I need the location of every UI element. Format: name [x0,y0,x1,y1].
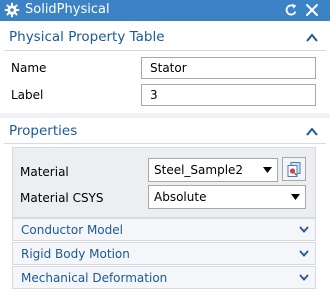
subsection-conductor-model[interactable]: Conductor Model [12,218,316,241]
expand-chevron-icon[interactable] [299,274,309,281]
section-divider [4,50,326,51]
dropdown-arrow-icon [291,194,300,200]
material-library-icon [287,162,301,177]
section-title-properties: Properties [9,123,78,139]
reset-icon[interactable] [283,2,299,18]
gear-icon[interactable] [4,2,20,18]
title-bar: SolidPhysical [0,0,330,21]
material-select[interactable]: Steel_Sample2 [148,158,278,182]
collapse-caret-icon[interactable] [305,126,319,138]
section-gap [0,113,330,118]
material-browse-button[interactable] [282,157,306,181]
section-divider [4,143,326,144]
subsection-label: Conductor Model [21,223,123,237]
subsection-label: Mechanical Deformation [21,271,168,285]
name-input[interactable] [141,57,316,79]
close-icon[interactable] [304,2,320,18]
window-title: SolidPhysical [25,2,110,17]
subsection-mechanical-deformation[interactable]: Mechanical Deformation [12,266,316,289]
material-select-value: Steel_Sample2 [154,163,244,177]
material-label: Material [20,165,69,179]
collapse-caret-icon[interactable] [305,32,319,44]
material-csys-select-value: Absolute [154,190,207,204]
expand-chevron-icon[interactable] [299,226,309,233]
label-input[interactable] [141,84,316,106]
material-csys-label: Material CSYS [20,191,104,205]
dropdown-arrow-icon [263,167,272,173]
section-title-physical-property-table: Physical Property Table [9,29,165,45]
material-csys-select[interactable]: Absolute [148,185,306,209]
name-label: Name [11,61,47,75]
subsection-label: Rigid Body Motion [21,247,130,261]
subsection-rigid-body-motion[interactable]: Rigid Body Motion [12,242,316,265]
label-label: Label [11,88,44,102]
expand-chevron-icon[interactable] [299,250,309,257]
